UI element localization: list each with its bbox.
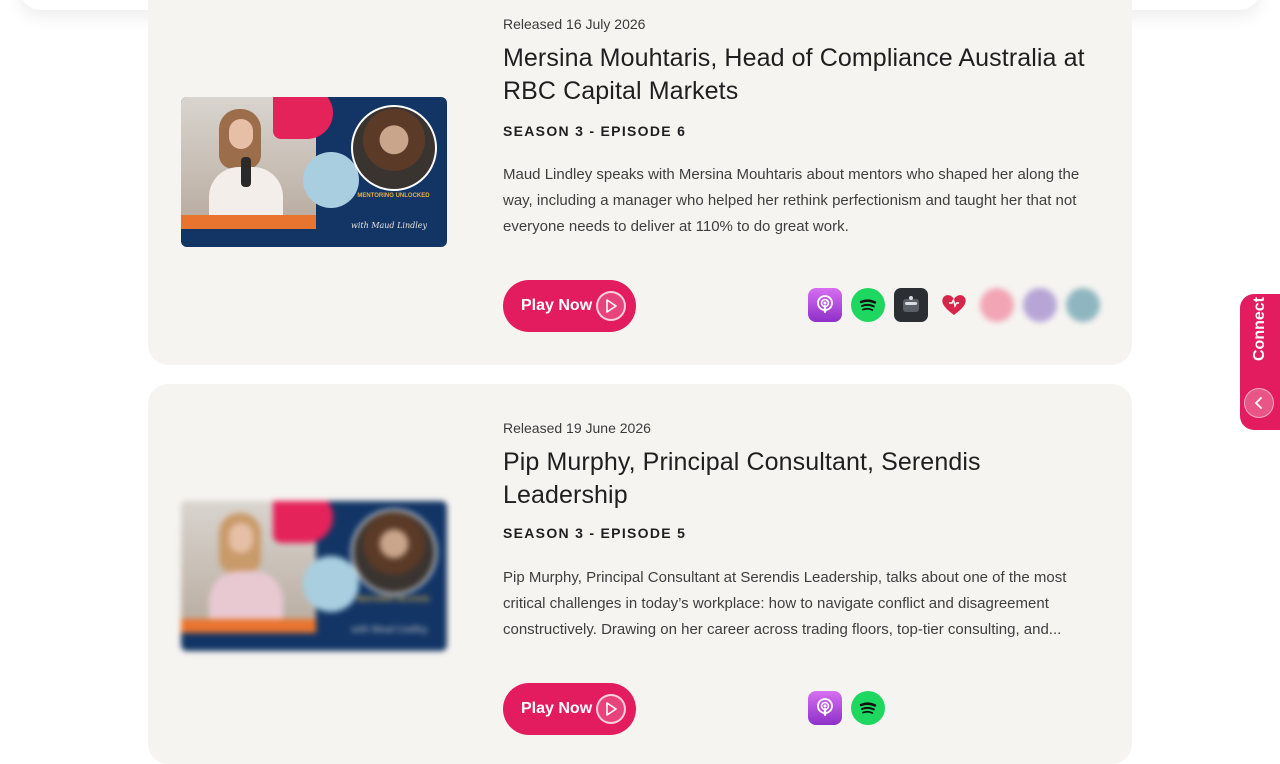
episode-thumbnail[interactable]: MENTORING UNLOCKED with Maud Lindley [181,97,447,247]
episode-description: Pip Murphy, Principal Consultant at Sere… [503,569,1067,638]
connect-label: Connect [1251,297,1268,361]
play-now-label: Play Now [521,297,593,314]
listen-platforms [808,288,1100,322]
episode-title[interactable]: Pip Murphy, Principal Consultant, Serend… [503,446,1103,512]
apple-podcasts-icon[interactable] [808,288,842,322]
host-portrait [351,105,437,191]
play-icon [596,291,626,321]
guest-name-banner [181,619,316,633]
episode-number: SEASON 3 - EPISODE 5 [503,525,687,541]
episode-description: Maud Lindley speaks with Mersina Mouhtar… [503,166,1080,235]
iheart-icon[interactable] [937,288,971,322]
host-portrait [351,509,437,595]
spotify-icon[interactable] [851,288,885,322]
host-signature: with Maud Lindley [351,625,428,634]
episode-card: MENTORING UNLOCKED with Maud Lindley Rel… [148,384,1132,764]
play-icon [596,694,626,724]
podbean-icon[interactable] [1023,288,1057,322]
episode-title[interactable]: Mersina Mouhtaris, Head of Compliance Au… [503,42,1103,108]
chevron-left-icon[interactable] [1244,388,1274,418]
episode-card: MENTORING UNLOCKED with Maud Lindley Rel… [148,0,1132,365]
apple-podcasts-icon[interactable] [808,691,842,725]
podcast-app-icon[interactable] [1066,288,1100,322]
release-date: Released 19 June 2026 [503,420,651,436]
connect-side-tab[interactable]: Connect [1240,294,1280,430]
pocket-casts-icon[interactable] [894,288,928,322]
listen-platforms [808,691,885,725]
release-date: Released 16 July 2026 [503,16,646,32]
episode-number: SEASON 3 - EPISODE 6 [503,123,687,139]
guest-name-banner [181,215,316,229]
host-signature: with Maud Lindley [351,221,428,230]
play-now-button[interactable]: Play Now [503,683,636,735]
spotify-icon[interactable] [851,691,885,725]
play-now-button[interactable]: Play Now [503,280,636,332]
episode-thumbnail[interactable]: MENTORING UNLOCKED with Maud Lindley [181,501,447,651]
castbox-icon[interactable] [980,288,1014,322]
play-now-label: Play Now [521,700,593,717]
podcast-tagline: MENTORING UNLOCKED [357,597,430,603]
podcast-tagline: MENTORING UNLOCKED [357,193,430,199]
